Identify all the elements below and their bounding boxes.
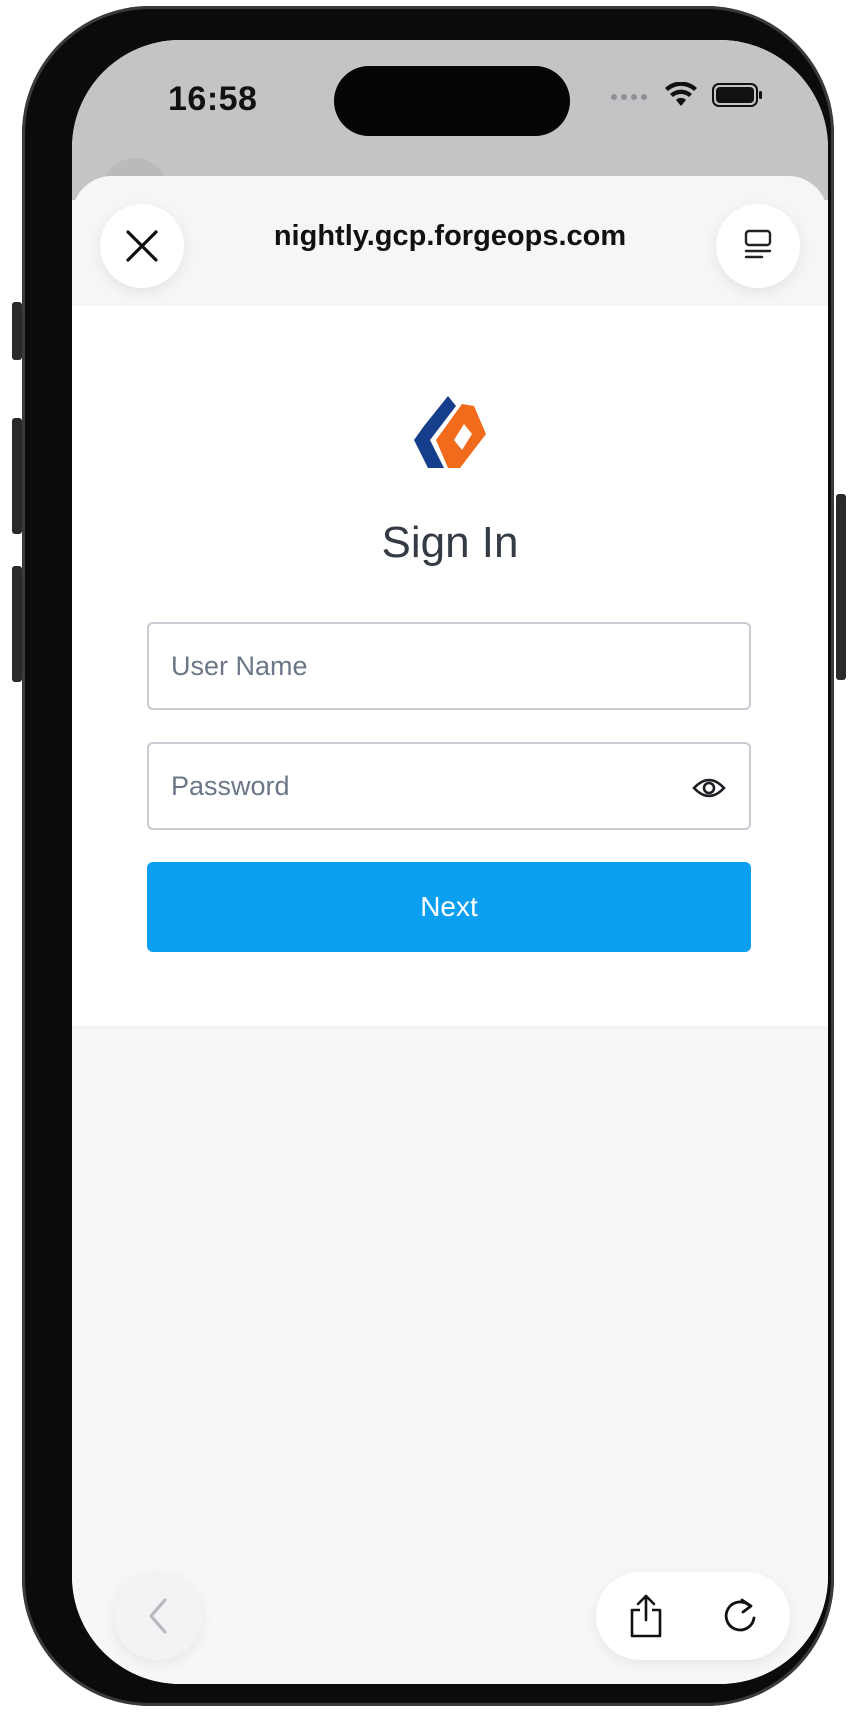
reader-mode-button[interactable] [716, 204, 800, 288]
status-time: 16:58 [168, 80, 258, 118]
reader-mode-icon [744, 229, 772, 259]
password-field[interactable] [147, 742, 751, 830]
username-input[interactable] [149, 624, 749, 708]
page-title: Sign In [381, 518, 519, 567]
browser-toolbar: nightly.gcp.forgeops.com [72, 176, 828, 306]
share-icon [630, 1594, 662, 1638]
share-button[interactable] [620, 1590, 672, 1642]
username-field[interactable] [147, 622, 751, 710]
screen: 16:58 nightly.gcp.forgeops.com Sign In U… [72, 40, 828, 1684]
device-screenshot: 16:58 nightly.gcp.forgeops.com Sign In U… [0, 0, 858, 1712]
reload-icon [724, 1598, 756, 1632]
next-button[interactable]: Next [147, 862, 751, 952]
wifi-icon [665, 82, 697, 106]
battery-icon [712, 83, 762, 107]
action-button [12, 302, 22, 360]
volume-up-button [12, 418, 22, 534]
reload-button[interactable] [714, 1590, 766, 1642]
password-input[interactable] [149, 744, 749, 828]
back-button[interactable] [114, 1572, 202, 1660]
status-icons [610, 82, 764, 108]
phone-frame: 16:58 nightly.gcp.forgeops.com Sign In U… [22, 6, 834, 1706]
url-label[interactable]: nightly.gcp.forgeops.com [212, 220, 688, 253]
chevron-left-icon [149, 1598, 167, 1634]
cellular-signal-icon [611, 94, 647, 100]
eye-icon [692, 778, 726, 798]
volume-down-button [12, 566, 22, 682]
brand-logo [414, 396, 486, 468]
action-pill [596, 1572, 790, 1660]
browser-sheet: nightly.gcp.forgeops.com Sign In User Na… [72, 176, 828, 1684]
show-password-button[interactable] [691, 770, 727, 806]
close-button[interactable] [100, 204, 184, 288]
power-button [836, 494, 846, 680]
login-card: Sign In Next [72, 306, 828, 1026]
dynamic-island [334, 66, 570, 136]
close-icon [126, 230, 158, 262]
